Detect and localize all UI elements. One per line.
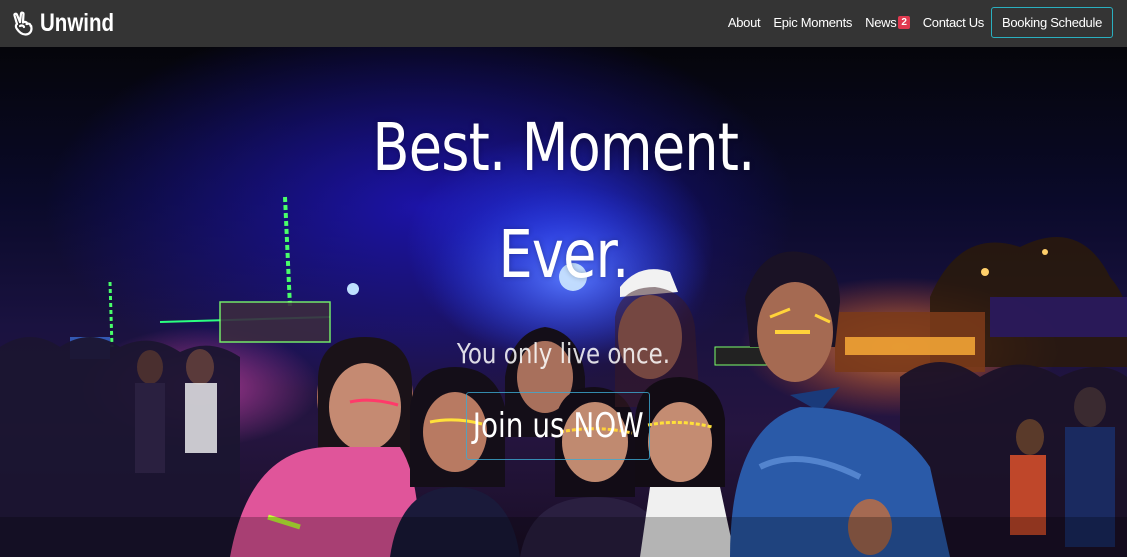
top-navbar: Unwind About Epic Moments News 2 Contact… (0, 0, 1127, 47)
page: Unwind About Epic Moments News 2 Contact… (0, 0, 1127, 557)
nav-link-news-label: News (865, 15, 897, 30)
news-count-badge: 2 (898, 16, 910, 29)
hero-subtitle: You only live once. (456, 337, 671, 370)
nav-links: About Epic Moments News 2 Contact Us Boo… (715, 7, 1113, 38)
nav-link-about[interactable]: About (728, 15, 761, 30)
join-us-button[interactable]: Join us NOW (466, 392, 650, 460)
hero-section: Best. Moment. Ever. You only live once. … (0, 47, 1127, 557)
join-us-button-label: Join us NOW (472, 406, 644, 446)
nav-link-epic-moments[interactable]: Epic Moments (773, 15, 852, 30)
brand-logo[interactable]: Unwind (11, 8, 130, 39)
peace-hand-icon (11, 11, 37, 37)
hero-title-line-2: Ever. (498, 216, 630, 293)
booking-schedule-button[interactable]: Booking Schedule (991, 7, 1113, 38)
hero-title-line-1: Best. Moment. (372, 109, 755, 186)
brand-name: Unwind (40, 9, 115, 37)
nav-link-contact-us[interactable]: Contact Us (923, 15, 985, 30)
nav-link-news[interactable]: News 2 (865, 15, 910, 30)
